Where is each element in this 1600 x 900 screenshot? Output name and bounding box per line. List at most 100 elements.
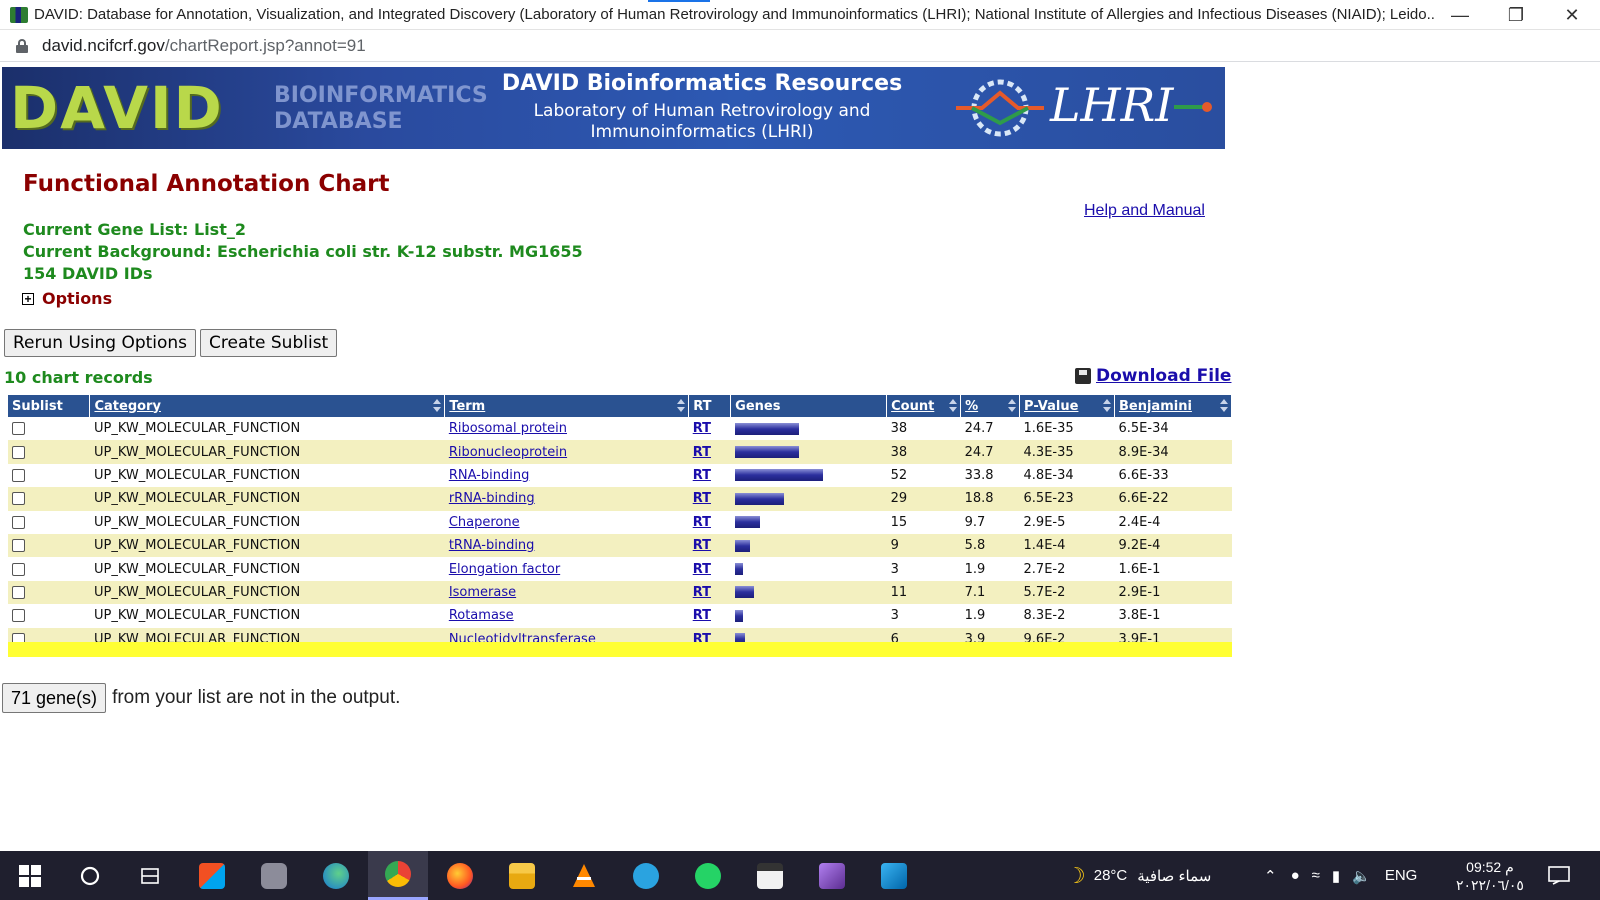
- sublist-checkbox[interactable]: [12, 445, 25, 459]
- rt-cell: RT: [688, 557, 731, 581]
- help-manual-link[interactable]: Help and Manual: [1084, 202, 1205, 220]
- vscode-icon[interactable]: [864, 851, 924, 900]
- address-bar[interactable]: david.ncifcrf.gov/chartReport.jsp?annot=…: [0, 30, 1600, 62]
- download-file-label[interactable]: Download File: [1096, 366, 1231, 386]
- chrome-icon[interactable]: [368, 851, 428, 900]
- floppy-disk-icon[interactable]: [1075, 368, 1091, 384]
- term-link[interactable]: Ribonucleoprotein: [449, 445, 567, 460]
- sublist-checkbox[interactable]: [12, 562, 25, 576]
- sublist-checkbox[interactable]: [12, 422, 25, 436]
- genes-not-in-output-button[interactable]: 71 gene(s): [2, 683, 107, 713]
- rt-link[interactable]: RT: [693, 538, 711, 553]
- rt-link[interactable]: RT: [693, 562, 711, 577]
- rt-link[interactable]: RT: [693, 445, 711, 460]
- restore-icon[interactable]: ❐: [1488, 0, 1544, 30]
- url-text[interactable]: david.ncifcrf.gov/chartReport.jsp?annot=…: [42, 36, 366, 56]
- genes-bar[interactable]: [734, 516, 760, 529]
- header-benjamini-label[interactable]: Benjamini: [1119, 399, 1192, 414]
- task-view-icon[interactable]: [120, 851, 180, 900]
- term-link[interactable]: Ribosomal protein: [449, 421, 567, 436]
- sort-arrows-icon[interactable]: [677, 399, 686, 413]
- language-indicator[interactable]: ENG: [1385, 867, 1418, 884]
- telegram-icon[interactable]: [616, 851, 676, 900]
- options-toggle[interactable]: + Options: [22, 289, 112, 308]
- notifications-icon[interactable]: [1548, 851, 1570, 900]
- genes-bar[interactable]: [734, 586, 754, 599]
- term-link[interactable]: Elongation factor: [449, 562, 560, 577]
- file-explorer-icon[interactable]: [492, 851, 552, 900]
- sort-arrows-icon[interactable]: [433, 399, 442, 413]
- header-count[interactable]: Count: [886, 395, 962, 417]
- vlc-icon[interactable]: [554, 851, 614, 900]
- term-link[interactable]: Isomerase: [449, 585, 516, 600]
- whatsapp-icon[interactable]: [678, 851, 738, 900]
- header-pvalue[interactable]: P-Value: [1019, 395, 1115, 417]
- genes-bar[interactable]: [734, 539, 750, 552]
- genes-bar[interactable]: [734, 446, 799, 459]
- header-percent-label[interactable]: %: [965, 399, 978, 414]
- pvalue-cell: 5.7E-2: [1019, 580, 1115, 605]
- rt-link[interactable]: RT: [693, 515, 711, 530]
- wifi-icon[interactable]: ≈: [1312, 867, 1320, 884]
- sort-arrows-icon[interactable]: [1008, 399, 1017, 413]
- term-link[interactable]: Rotamase: [449, 608, 514, 623]
- battery-icon[interactable]: ▮: [1332, 867, 1340, 885]
- sublist-checkbox[interactable]: [12, 585, 25, 599]
- firefox-icon[interactable]: [430, 851, 490, 900]
- search-icon[interactable]: [60, 851, 120, 900]
- microphone-icon[interactable]: ●: [1291, 867, 1300, 884]
- header-pvalue-label[interactable]: P-Value: [1024, 399, 1078, 414]
- header-percent[interactable]: %: [960, 395, 1021, 417]
- rt-cell: RT: [688, 533, 731, 558]
- lhri-logo-dash: [1174, 105, 1204, 109]
- sort-arrows-icon[interactable]: [949, 399, 958, 413]
- clock[interactable]: 09:52 م ٢٠٢٢/٠٦/٠٥: [1456, 851, 1524, 900]
- sublist-checkbox[interactable]: [12, 609, 25, 623]
- header-term[interactable]: Term: [444, 395, 690, 417]
- close-icon[interactable]: ✕: [1544, 0, 1600, 30]
- rt-link[interactable]: RT: [693, 421, 711, 436]
- weather-widget[interactable]: ☽ 28°C سماء صافية: [1066, 851, 1211, 900]
- genes-bar[interactable]: [734, 492, 784, 505]
- lock-icon[interactable]: [16, 38, 28, 53]
- start-icon[interactable]: [0, 851, 60, 900]
- visual-studio-icon[interactable]: [802, 851, 862, 900]
- sublist-checkbox[interactable]: [12, 515, 25, 529]
- sort-arrows-icon[interactable]: [1220, 399, 1228, 413]
- genes-bar[interactable]: [734, 563, 743, 576]
- genes-bar[interactable]: [734, 422, 799, 435]
- genes-bar[interactable]: [734, 469, 823, 482]
- header-term-label[interactable]: Term: [449, 399, 485, 414]
- download-file-link[interactable]: Download File: [1075, 366, 1231, 386]
- rt-link[interactable]: RT: [693, 608, 711, 623]
- header-benjamini[interactable]: Benjamini: [1114, 395, 1233, 417]
- chevron-up-icon[interactable]: ⌃: [1264, 867, 1277, 885]
- term-link[interactable]: rRNA-binding: [449, 491, 535, 506]
- sublist-checkbox[interactable]: [12, 468, 25, 482]
- genes-bar[interactable]: [734, 609, 743, 622]
- term-link[interactable]: Chaperone: [449, 515, 520, 530]
- chart-records-count: 10 chart records: [4, 368, 153, 387]
- calendar-icon[interactable]: [740, 851, 800, 900]
- camera-icon[interactable]: [244, 851, 304, 900]
- rt-link[interactable]: RT: [693, 491, 711, 506]
- sort-arrows-icon[interactable]: [1102, 399, 1111, 413]
- rt-link[interactable]: RT: [693, 585, 711, 600]
- header-category[interactable]: Category: [89, 395, 446, 417]
- expand-plus-icon[interactable]: +: [22, 292, 34, 305]
- sublist-checkbox[interactable]: [12, 539, 25, 553]
- pvalue-cell: 1.6E-35: [1019, 417, 1115, 441]
- minimize-icon[interactable]: —: [1432, 0, 1488, 30]
- rerun-button[interactable]: Rerun Using Options: [4, 329, 197, 357]
- header-count-label[interactable]: Count: [891, 399, 934, 414]
- options-label[interactable]: Options: [42, 289, 112, 308]
- create-sublist-button[interactable]: Create Sublist: [200, 329, 338, 357]
- header-category-label[interactable]: Category: [94, 399, 160, 414]
- store-icon[interactable]: [182, 851, 242, 900]
- term-link[interactable]: RNA-binding: [449, 468, 530, 483]
- rt-link[interactable]: RT: [693, 468, 711, 483]
- sublist-checkbox[interactable]: [12, 492, 25, 506]
- term-link[interactable]: tRNA-binding: [449, 538, 535, 553]
- edge-icon[interactable]: [306, 851, 366, 900]
- volume-icon[interactable]: 🔈: [1352, 867, 1371, 885]
